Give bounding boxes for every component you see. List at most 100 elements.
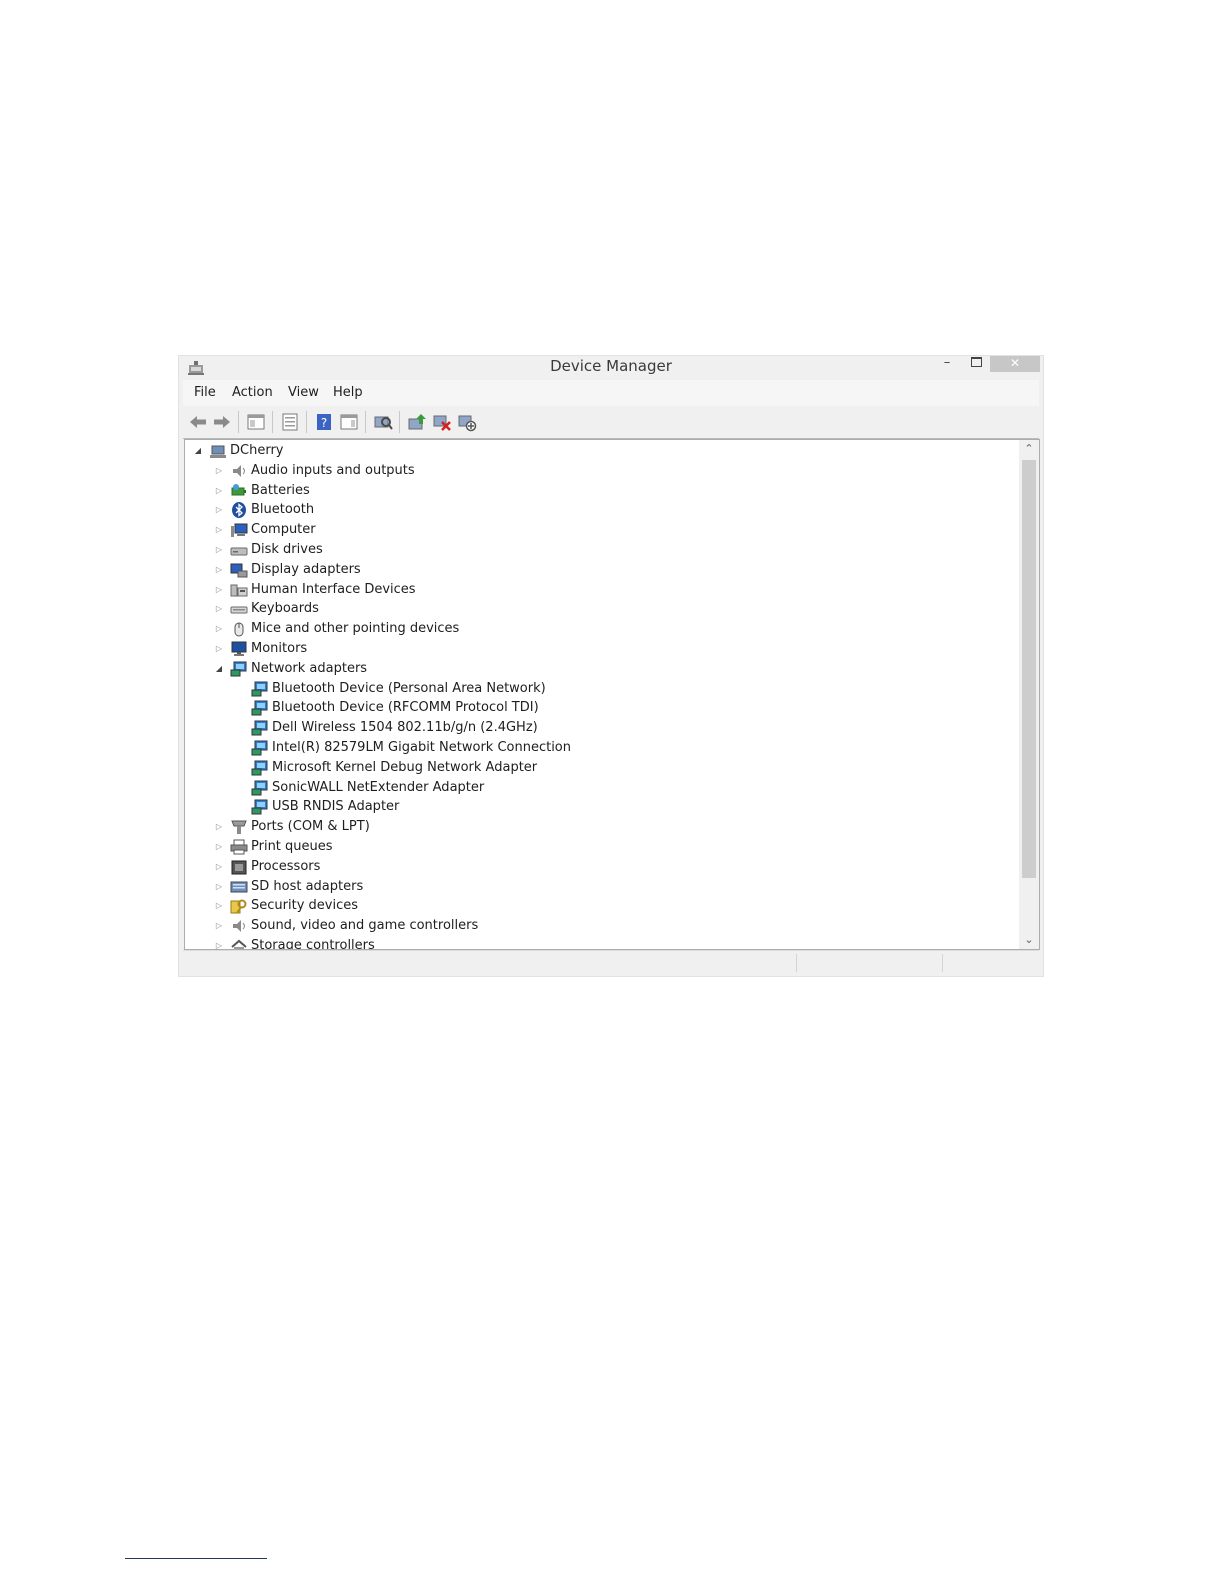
device-tree[interactable]: ◢ DCherry ▷ Audio inputs and outputs ▷ Batter… bbox=[184, 439, 1040, 950]
close-button[interactable]: ✕ bbox=[990, 356, 1040, 372]
expand-arrow-icon[interactable]: ▷ bbox=[214, 486, 224, 496]
forward-icon bbox=[214, 416, 230, 428]
tree-category-mice-and-other-pointing-devices[interactable]: ▷ Mice and other pointing devices bbox=[185, 619, 1005, 639]
battery-icon bbox=[230, 483, 248, 499]
tree-category-security-devices-label: Security devices bbox=[251, 898, 358, 914]
scroll-thumb[interactable] bbox=[1022, 460, 1036, 878]
scan-for-hardware-changes-button[interactable] bbox=[373, 412, 393, 432]
tree-category-sound-video-and-game-controllers[interactable]: ▷ Sound, video and game controllers bbox=[185, 916, 1005, 936]
collapse-arrow-icon[interactable]: ◢ bbox=[214, 664, 224, 674]
tree-category-security-devices[interactable]: ▷ Security devices bbox=[185, 896, 1005, 916]
update-driver-button[interactable] bbox=[407, 412, 427, 432]
expand-arrow-icon[interactable]: ▷ bbox=[214, 565, 224, 575]
tree-category-network-adapters[interactable]: ◢ Network adapters bbox=[185, 659, 1005, 679]
toolbar-separator bbox=[272, 411, 273, 433]
tree-category-computer-label: Computer bbox=[251, 522, 316, 538]
toolbar-separator bbox=[238, 411, 239, 433]
tree-device-intel-r-82579lm-gigabit-network-connection[interactable]: Intel(R) 82579LM Gigabit Network Connect… bbox=[185, 738, 1005, 758]
tree-device-bluetooth-device-personal-area-network[interactable]: Bluetooth Device (Personal Area Network) bbox=[185, 679, 1005, 699]
expand-arrow-icon[interactable]: ▷ bbox=[214, 842, 224, 852]
expand-arrow-icon[interactable]: ▷ bbox=[214, 545, 224, 555]
show-hide-console-tree-button[interactable] bbox=[246, 412, 266, 432]
port-icon bbox=[230, 819, 248, 835]
action-pane-button[interactable] bbox=[339, 412, 359, 432]
tree-device-intel-r-82579lm-gigabit-network-connection-label: Intel(R) 82579LM Gigabit Network Connect… bbox=[272, 740, 571, 755]
expand-arrow-icon[interactable]: ▷ bbox=[214, 624, 224, 634]
menu-action[interactable]: Action bbox=[232, 380, 273, 406]
scroll-down-button[interactable]: ⌄ bbox=[1019, 931, 1039, 949]
tree-category-print-queues[interactable]: ▷ Print queues bbox=[185, 837, 1005, 857]
tree-category-keyboards[interactable]: ▷ Keyboards bbox=[185, 599, 1005, 619]
scan-hardware-icon bbox=[374, 416, 393, 430]
tree-device-sonicwall-netextender-adapter-label: SonicWALL NetExtender Adapter bbox=[272, 779, 485, 795]
expand-arrow-icon[interactable]: ▷ bbox=[214, 882, 224, 892]
maximize-button[interactable] bbox=[963, 356, 989, 372]
back-button[interactable] bbox=[188, 412, 208, 432]
display-adapter-icon bbox=[230, 562, 248, 578]
window-title: Device Manager bbox=[550, 357, 672, 375]
menu-view[interactable]: View bbox=[288, 380, 319, 406]
sd-host-icon bbox=[230, 879, 248, 895]
tree-category-ports-com-lpt-label: Ports (COM & LPT) bbox=[251, 819, 370, 835]
tree-category-storage-controllers[interactable]: ▷ Storage controllers bbox=[185, 936, 1005, 949]
forward-button[interactable] bbox=[212, 412, 232, 432]
tree-device-bluetooth-device-personal-area-network-label: Bluetooth Device (Personal Area Network) bbox=[272, 680, 546, 696]
tree-category-disk-drives[interactable]: ▷ Disk drives bbox=[185, 540, 1005, 560]
disable-device-button[interactable] bbox=[457, 412, 477, 432]
expand-arrow-icon[interactable]: ▷ bbox=[214, 901, 224, 911]
tree-category-sound-video-and-game-controllers-label: Sound, video and game controllers bbox=[251, 918, 479, 934]
toolbar-separator bbox=[365, 411, 366, 433]
expand-arrow-icon[interactable]: ▷ bbox=[214, 921, 224, 931]
expand-arrow-icon[interactable]: ▷ bbox=[214, 525, 224, 535]
expand-arrow-icon[interactable]: ▷ bbox=[214, 862, 224, 872]
tree-device-dell-wireless-1504-802-11b-g-n-2-4ghz-label: Dell Wireless 1504 802.11b/g/n (2.4GHz) bbox=[272, 720, 538, 736]
expand-arrow-icon[interactable]: ▷ bbox=[214, 604, 224, 614]
menu-file[interactable]: File bbox=[194, 380, 216, 406]
scroll-up-button[interactable]: ⌃ bbox=[1019, 440, 1039, 458]
properties-button[interactable] bbox=[280, 412, 300, 432]
bluetooth-icon bbox=[230, 502, 248, 519]
expand-arrow-icon[interactable]: ▷ bbox=[214, 466, 224, 476]
tree-device-dell-wireless-1504-802-11b-g-n-2-4ghz[interactable]: Dell Wireless 1504 802.11b/g/n (2.4GHz) bbox=[185, 718, 1005, 738]
minimize-button[interactable]: – bbox=[935, 356, 959, 372]
tree-category-human-interface-devices[interactable]: ▷ Human Interface Devices bbox=[185, 580, 1005, 600]
expand-arrow-icon[interactable]: ▷ bbox=[214, 822, 224, 832]
expand-arrow-icon[interactable]: ▷ bbox=[214, 505, 224, 515]
tree-category-sd-host-adapters[interactable]: ▷ SD host adapters bbox=[185, 877, 1005, 897]
expand-arrow-icon[interactable]: ▷ bbox=[214, 941, 224, 949]
collapse-arrow-icon[interactable]: ◢ bbox=[193, 446, 203, 456]
tree-device-bluetooth-device-rfcomm-protocol-tdi[interactable]: Bluetooth Device (RFCOMM Protocol TDI) bbox=[185, 698, 1005, 718]
tree-category-monitors[interactable]: ▷ Monitors bbox=[185, 639, 1005, 659]
expand-arrow-icon[interactable]: ▷ bbox=[214, 644, 224, 654]
menu-help[interactable]: Help bbox=[333, 380, 363, 406]
title-bar[interactable]: Device Manager – ✕ bbox=[179, 356, 1043, 380]
vertical-scrollbar[interactable]: ⌃ ⌄ bbox=[1019, 440, 1039, 949]
uninstall-device-button[interactable] bbox=[432, 412, 452, 432]
tree-category-batteries-label: Batteries bbox=[251, 482, 310, 498]
tree-device-microsoft-kernel-debug-network-adapter[interactable]: Microsoft Kernel Debug Network Adapter bbox=[185, 758, 1005, 778]
expand-arrow-icon[interactable]: ▷ bbox=[214, 585, 224, 595]
tree-category-processors[interactable]: ▷ Processors bbox=[185, 857, 1005, 877]
tree-category-network-adapters-label: Network adapters bbox=[251, 660, 368, 676]
help-button[interactable]: ? bbox=[314, 412, 334, 432]
computer-icon bbox=[230, 522, 248, 538]
tree-category-bluetooth[interactable]: ▷ Bluetooth bbox=[185, 500, 1005, 520]
svg-text:?: ? bbox=[321, 416, 327, 430]
action-pane-icon bbox=[340, 414, 358, 430]
tree-root-dcherry[interactable]: ◢ DCherry bbox=[185, 441, 1005, 461]
tree-device-usb-rndis-adapter[interactable]: USB RNDIS Adapter bbox=[185, 797, 1005, 817]
storage-controller-icon bbox=[230, 938, 248, 949]
tree-device-sonicwall-netextender-adapter[interactable]: SonicWALL NetExtender Adapter bbox=[185, 778, 1005, 798]
tree-category-ports-com-lpt[interactable]: ▷ Ports (COM & LPT) bbox=[185, 817, 1005, 837]
tree-category-batteries[interactable]: ▷ Batteries bbox=[185, 481, 1005, 501]
tree-category-audio-inputs-and-outputs-label: Audio inputs and outputs bbox=[251, 462, 415, 478]
disk-drive-icon bbox=[230, 542, 248, 558]
toolbar: ? bbox=[183, 406, 1039, 439]
network-adapter-icon bbox=[251, 681, 269, 697]
properties-icon bbox=[282, 413, 298, 431]
tree-category-disk-drives-label: Disk drives bbox=[251, 542, 323, 557]
tree-category-display-adapters[interactable]: ▷ Display adapters bbox=[185, 560, 1005, 580]
tree-category-audio-inputs-and-outputs[interactable]: ▷ Audio inputs and outputs bbox=[185, 461, 1005, 481]
tree-category-keyboards-label: Keyboards bbox=[251, 601, 319, 617]
tree-category-computer[interactable]: ▷ Computer bbox=[185, 520, 1005, 540]
